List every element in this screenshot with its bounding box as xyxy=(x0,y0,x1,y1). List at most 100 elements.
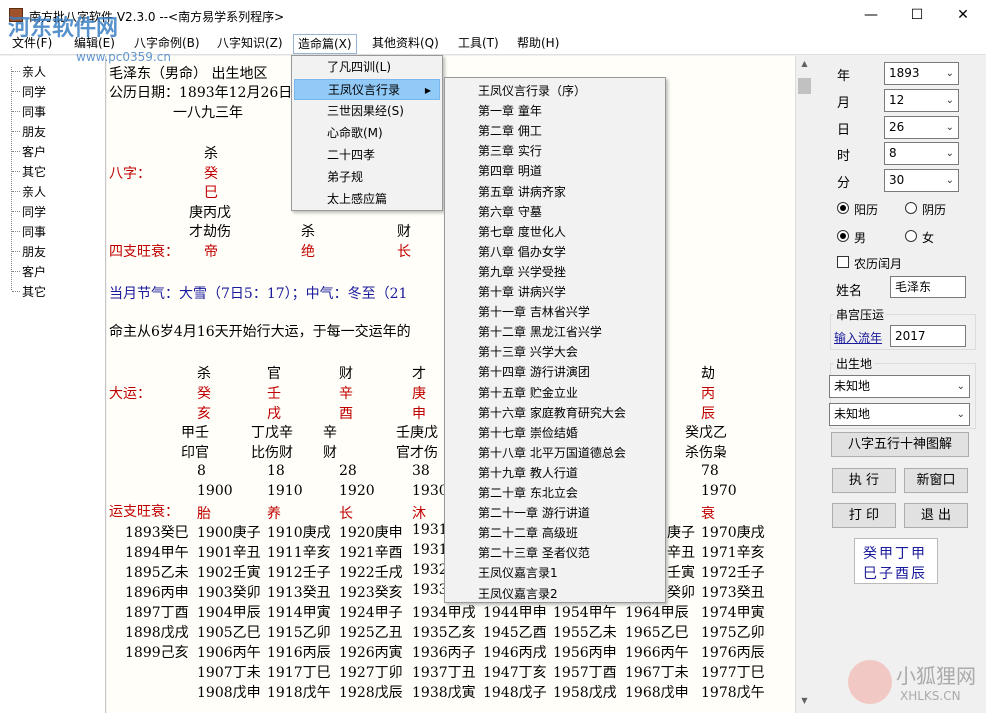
wang-submenu-item[interactable]: 第十八章 北平万国道德总会 xyxy=(478,444,626,461)
dayun-zhi: 申 xyxy=(412,406,426,422)
dayun-label: 大运： xyxy=(109,386,151,402)
solar-radio[interactable] xyxy=(837,202,849,214)
wang-submenu-item[interactable]: 第十六章 家庭教育研究大会 xyxy=(478,404,626,421)
zaoming-menu-item[interactable]: 心命歌(M) xyxy=(294,123,440,144)
wang-submenu-item[interactable]: 第十五章 贮金立业 xyxy=(478,384,578,401)
female-radio[interactable] xyxy=(905,230,917,242)
tree-item[interactable]: 朋友 xyxy=(22,123,46,140)
wang-submenu-item[interactable]: 第十二章 黑龙江省兴学 xyxy=(478,323,602,340)
tree-item[interactable]: 同事 xyxy=(22,103,46,120)
wang-submenu-item[interactable]: 第八章 倡办女学 xyxy=(478,243,566,260)
wang-submenu-item[interactable]: 王凤仪言行录（序） xyxy=(478,82,586,99)
liunian-label[interactable]: 输入流年 xyxy=(834,329,882,346)
wuxing-chart-button[interactable]: 八字五行十神图解 xyxy=(831,432,969,457)
scroll-up-icon[interactable]: ▲ xyxy=(796,59,813,73)
liunian-cell: 1966丙午 xyxy=(625,645,689,661)
lunar-radio[interactable] xyxy=(905,202,917,214)
scroll-down-icon[interactable]: ▼ xyxy=(796,696,813,710)
zaoming-menu-item[interactable]: 三世因果经(S) xyxy=(294,101,440,122)
wang-submenu-item[interactable]: 第十一章 吉林省兴学 xyxy=(478,303,590,320)
tree-item[interactable]: 其它 xyxy=(22,163,46,180)
liunian-cell: 1898戊戌 xyxy=(125,625,189,641)
male-radio[interactable] xyxy=(837,230,849,242)
year-select[interactable]: 1893 ⌄ xyxy=(884,62,959,85)
day-select[interactable]: 26 ⌄ xyxy=(884,116,959,139)
wang-submenu-item[interactable]: 第十九章 教人行道 xyxy=(478,464,578,481)
tree-item[interactable]: 同学 xyxy=(22,83,46,100)
input-panel: 年 1893 ⌄ 月 12 ⌄ 日 26 ⌄ 时 8 ⌄ 分 30 ⌄ 阳历 阴历 男 女… xyxy=(812,56,986,713)
liunian-cell: 1975乙卯 xyxy=(701,625,765,641)
province-select[interactable]: 未知地 ⌄ xyxy=(829,375,970,398)
tree-item[interactable]: 客户 xyxy=(22,143,46,160)
liunian-cell: 1918戊午 xyxy=(267,685,331,701)
new-window-button[interactable]: 新窗口 xyxy=(904,468,968,493)
wang-submenu-item[interactable]: 第三章 实行 xyxy=(478,142,542,159)
menu-zaoming[interactable]: 造命篇(X) xyxy=(293,34,357,54)
liunian-cell: 1928戊辰 xyxy=(339,685,403,701)
tree-item[interactable]: 同学 xyxy=(22,203,46,220)
close-button[interactable]: ✕ xyxy=(940,0,986,31)
zaoming-menu-item[interactable]: 弟子规 xyxy=(294,167,440,188)
liunian-cell: 1937丁丑 xyxy=(412,665,476,681)
city-value: 未知地 xyxy=(834,407,871,421)
wang-submenu-item[interactable]: 第七章 度世化人 xyxy=(478,223,566,240)
minimize-button[interactable]: — xyxy=(848,0,894,31)
wang-submenu-item[interactable]: 第二章 佣工 xyxy=(478,122,542,139)
menu-tools[interactable]: 工具(T) xyxy=(454,34,503,54)
zaoming-menu-item[interactable]: 了凡四训(L) xyxy=(294,57,440,78)
execute-button[interactable]: 执 行 xyxy=(832,468,896,493)
hour-select[interactable]: 8 ⌄ xyxy=(884,142,959,165)
wang-submenu-item[interactable]: 第一章 童年 xyxy=(478,102,542,119)
tree-item[interactable]: 客户 xyxy=(22,263,46,280)
day-label: 日 xyxy=(837,123,851,138)
tree-item[interactable]: 朋友 xyxy=(22,243,46,260)
wang-submenu-item[interactable]: 第六章 守墓 xyxy=(478,203,542,220)
chevron-down-icon: ⌄ xyxy=(945,122,954,133)
wang-submenu-item[interactable]: 第九章 兴学受挫 xyxy=(478,263,566,280)
leap-month-checkbox[interactable] xyxy=(837,256,849,268)
city-select[interactable]: 未知地 ⌄ xyxy=(829,403,970,426)
zaoming-menu-item[interactable]: 王凤仪言行录 ▶ xyxy=(294,79,440,100)
dayun-hidden-shishen: 印官 xyxy=(181,445,209,461)
scrollbar-thumb[interactable] xyxy=(798,78,811,94)
chevron-down-icon: ⌄ xyxy=(945,148,954,159)
print-button[interactable]: 打 印 xyxy=(832,503,896,528)
menu-bazi-knowledge[interactable]: 八字知识(Z) xyxy=(213,34,287,54)
zaoming-menu-item[interactable]: 二十四孝 xyxy=(294,145,440,166)
tree-item[interactable]: 同事 xyxy=(22,223,46,240)
chuangong-title: 串宫压运 xyxy=(834,306,887,323)
zaoming-menu-label: 弟子规 xyxy=(327,170,364,184)
dayun-year: 1900 xyxy=(197,483,233,499)
wang-submenu-item[interactable]: 王凤仪嘉言录2 xyxy=(478,585,558,602)
maximize-button[interactable]: ☐ xyxy=(894,0,940,31)
name-input[interactable]: 毛泽东 xyxy=(890,276,966,298)
zaoming-menu-item[interactable]: 太上感应篇 xyxy=(294,189,440,210)
tree-item[interactable]: 亲人 xyxy=(22,183,46,200)
liunian-cell: 辛丑 xyxy=(667,545,695,561)
wang-3: 长 xyxy=(397,244,411,260)
minute-select[interactable]: 30 ⌄ xyxy=(884,169,959,192)
vertical-scrollbar[interactable]: ▲ ▼ xyxy=(795,56,812,713)
tree-item[interactable]: 亲人 xyxy=(22,63,46,80)
wang-submenu-item[interactable]: 第十章 讲病兴学 xyxy=(478,283,566,300)
lunar-label: 阴历 xyxy=(922,203,947,217)
wang-submenu-item[interactable]: 第二十二章 高级班 xyxy=(478,524,578,541)
wang-submenu-item[interactable]: 第二十一章 游行讲道 xyxy=(478,504,590,521)
wang-submenu-item[interactable]: 王凤仪嘉言录1 xyxy=(478,564,558,581)
liunian-cell: 1933 xyxy=(412,582,448,598)
month-select[interactable]: 12 ⌄ xyxy=(884,89,959,112)
menu-other[interactable]: 其他资料(Q) xyxy=(368,34,443,54)
wang-submenu-item[interactable]: 第四章 明道 xyxy=(478,162,542,179)
liunian-input[interactable]: 2017 xyxy=(890,325,966,347)
tree-item[interactable]: 其它 xyxy=(22,283,46,300)
liunian-cell: 1902壬寅 xyxy=(197,565,261,581)
menu-help[interactable]: 帮助(H) xyxy=(513,34,563,54)
wang-submenu-item[interactable]: 第十七章 崇俭结婚 xyxy=(478,424,578,441)
wang-submenu-item[interactable]: 第二十章 东北立会 xyxy=(478,484,578,501)
wang-submenu-item[interactable]: 第二十三章 圣者仪范 xyxy=(478,544,590,561)
wang-submenu-item[interactable]: 第五章 讲病齐家 xyxy=(478,183,566,200)
hour-value: 8 xyxy=(889,146,897,160)
wang-submenu-item[interactable]: 第十三章 兴学大会 xyxy=(478,343,578,360)
exit-button[interactable]: 退 出 xyxy=(904,503,968,528)
wang-submenu-item[interactable]: 第十四章 游行讲演团 xyxy=(478,363,590,380)
